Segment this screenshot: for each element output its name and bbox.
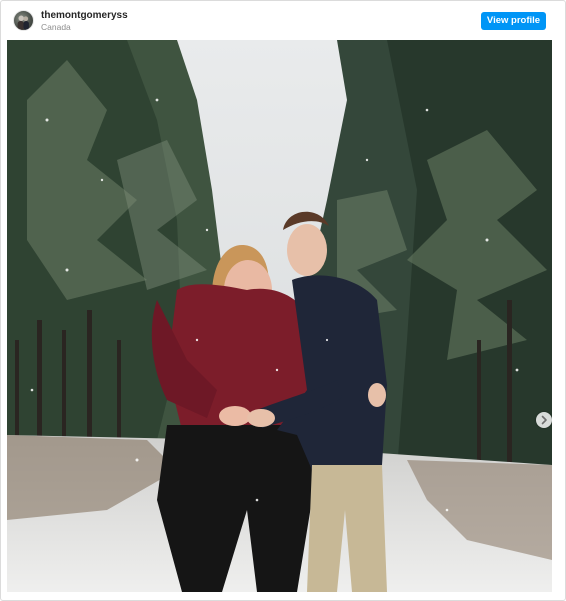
post-photo[interactable]: [7, 40, 552, 592]
couple-in-snowy-forest-photo: [7, 40, 552, 592]
instagram-embed: themontgomeryss Canada View profile: [0, 0, 566, 601]
post-header: themontgomeryss Canada View profile: [1, 1, 565, 39]
username[interactable]: themontgomeryss: [41, 10, 128, 22]
chevron-right-icon: [541, 415, 547, 425]
location[interactable]: Canada: [41, 22, 128, 33]
avatar[interactable]: [13, 10, 34, 31]
next-photo-button[interactable]: [536, 412, 552, 428]
user-info: themontgomeryss Canada: [41, 10, 128, 33]
view-profile-button[interactable]: View profile: [481, 12, 546, 30]
avatar-photo-icon: [17, 15, 29, 30]
